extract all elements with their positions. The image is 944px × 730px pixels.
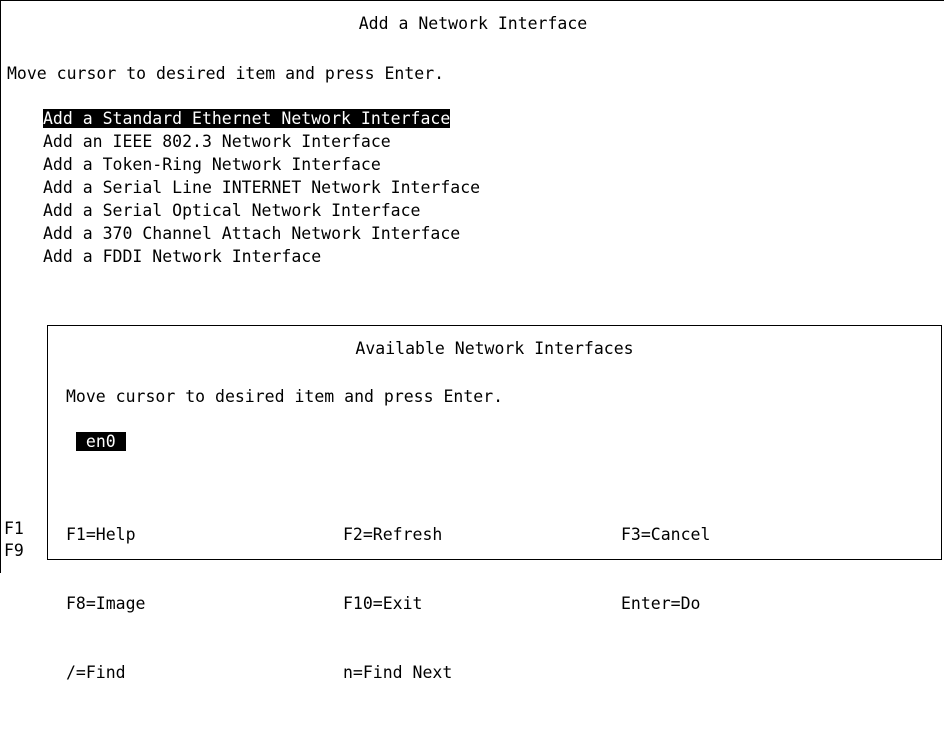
obscured-key-f9: F9 — [4, 541, 24, 560]
f10-exit-key[interactable]: F10=Exit — [343, 592, 452, 615]
menu-item-ieee-8023[interactable]: Add an IEEE 802.3 Network Interface — [43, 131, 391, 153]
interface-option-label: en0 — [76, 432, 126, 451]
enter-do-key[interactable]: Enter=Do — [621, 592, 710, 615]
function-keys-col2: F2=Refresh F10=Exit n=Find Next — [343, 477, 452, 730]
interface-option-en0[interactable]: en0 — [76, 431, 126, 453]
f2-refresh-key[interactable]: F2=Refresh — [343, 523, 452, 546]
obscured-key-f1: F1 — [4, 519, 24, 538]
find-key[interactable]: /=Find — [66, 661, 145, 684]
screen-instruction: Move cursor to desired item and press En… — [7, 64, 445, 83]
menu-item-token-ring[interactable]: Add a Token-Ring Network Interface — [43, 154, 381, 176]
menu-item-serial-line[interactable]: Add a Serial Line INTERNET Network Inter… — [43, 177, 480, 199]
menu-item-label: Add a Standard Ethernet Network Interfac… — [43, 109, 451, 128]
function-keys-col1: F1=Help F8=Image /=Find — [66, 477, 145, 730]
page-title: Add a Network Interface — [358, 14, 588, 33]
f3-cancel-key[interactable]: F3=Cancel — [621, 523, 710, 546]
function-keys-col3: F3=Cancel Enter=Do — [621, 477, 710, 661]
find-next-key[interactable]: n=Find Next — [343, 661, 452, 684]
f8-image-key[interactable]: F8=Image — [66, 592, 145, 615]
menu-item-serial-optical[interactable]: Add a Serial Optical Network Interface — [43, 200, 421, 222]
f1-help-key[interactable]: F1=Help — [66, 523, 145, 546]
dialog-title: Available Network Interfaces — [355, 339, 634, 358]
smit-screen: Add a Network Interface Move cursor to d… — [0, 0, 944, 682]
available-interfaces-dialog: Available Network Interfaces Move cursor… — [47, 325, 942, 682]
menu-item-fddi[interactable]: Add a FDDI Network Interface — [43, 246, 321, 268]
dialog-instruction: Move cursor to desired item and press En… — [66, 387, 504, 406]
menu-item-standard-ethernet[interactable]: Add a Standard Ethernet Network Interfac… — [43, 108, 451, 130]
menu-item-370-channel[interactable]: Add a 370 Channel Attach Network Interfa… — [43, 223, 460, 245]
